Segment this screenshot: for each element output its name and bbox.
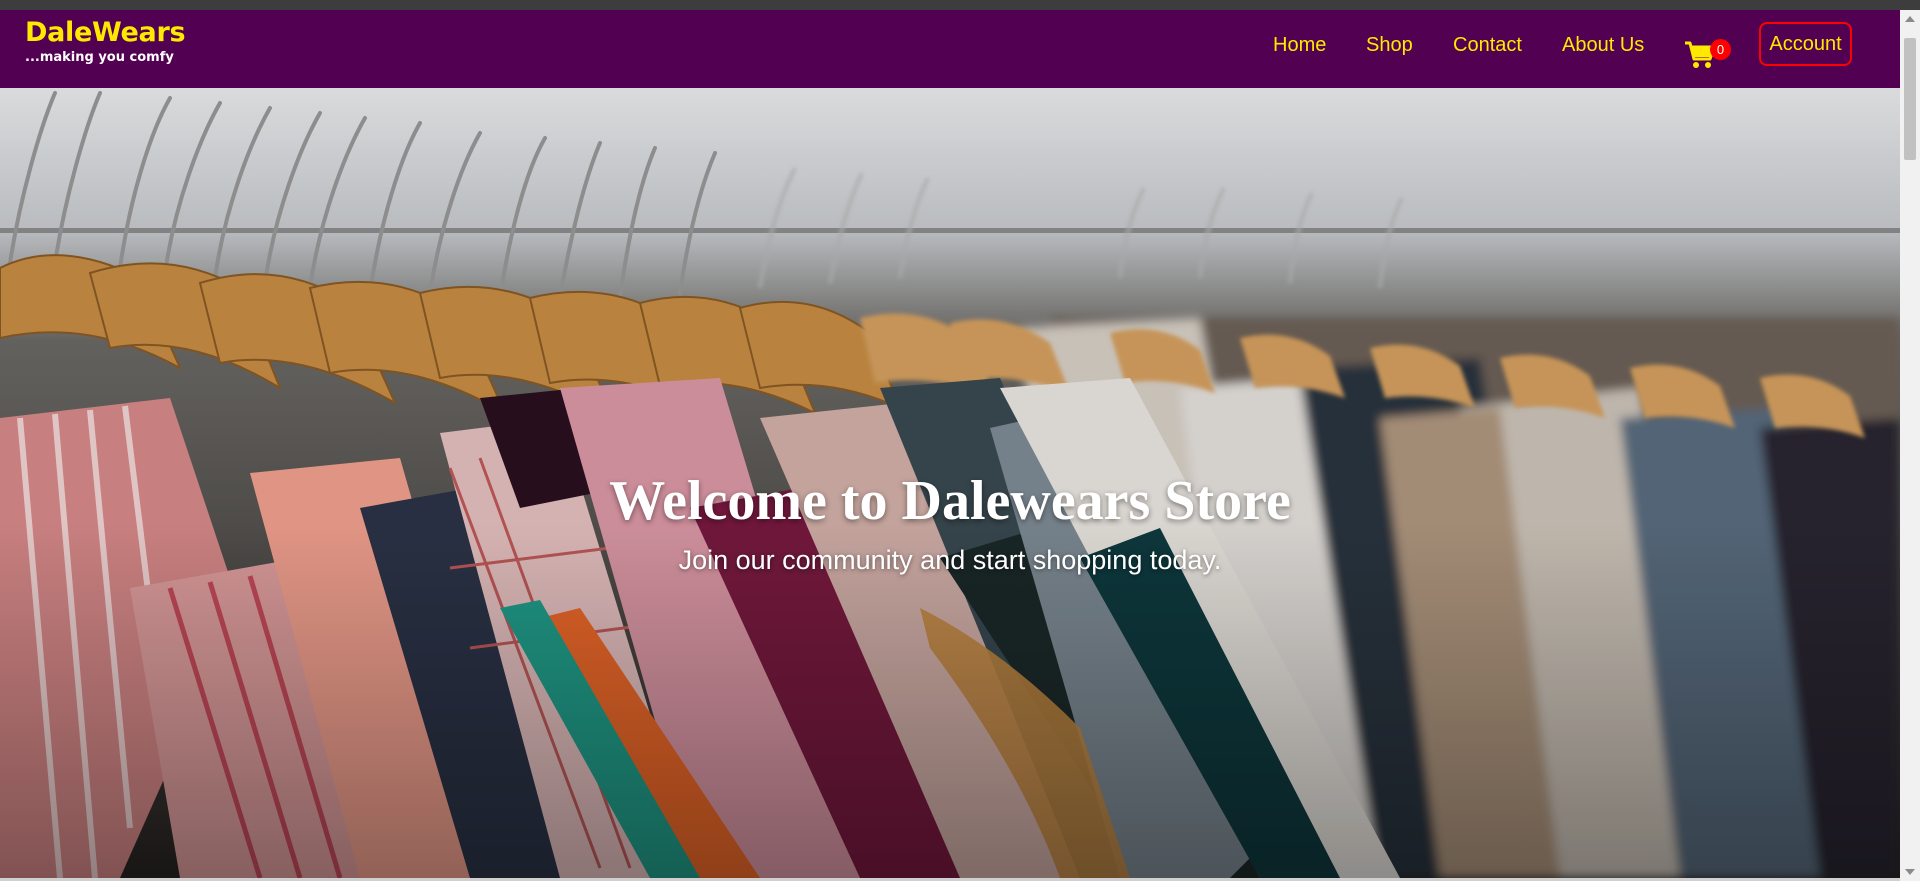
account-button[interactable]: Account: [1759, 22, 1852, 66]
brand-logo[interactable]: DaleWears ...making you comfy: [25, 17, 186, 66]
brand-tagline: ...making you comfy: [25, 50, 174, 65]
nav-link-shop[interactable]: Shop: [1366, 33, 1413, 57]
scroll-down-arrow-icon[interactable]: [1905, 869, 1915, 875]
hero-title: Welcome to Dalewears Store: [609, 470, 1291, 532]
page-scrollbar[interactable]: [1900, 10, 1920, 881]
browser-top-strip: [0, 0, 1920, 10]
cart-count-badge: 0: [1710, 39, 1731, 60]
navbar: DaleWears ...making you comfy Home Shop …: [0, 10, 1900, 88]
scroll-thumb[interactable]: [1904, 38, 1916, 160]
brand-name: DaleWears: [25, 17, 186, 48]
hero-section: Welcome to Dalewears Store Join our comm…: [0, 88, 1900, 878]
nav-link-contact[interactable]: Contact: [1453, 33, 1522, 57]
nav-link-home[interactable]: Home: [1273, 33, 1326, 57]
hero-subtitle: Join our community and start shopping to…: [678, 545, 1222, 575]
page-viewport: DaleWears ...making you comfy Home Shop …: [0, 10, 1900, 878]
scroll-up-arrow-icon[interactable]: [1905, 16, 1915, 22]
nav-link-about-us[interactable]: About Us: [1562, 33, 1644, 57]
cart-button[interactable]: 0: [1683, 29, 1731, 69]
